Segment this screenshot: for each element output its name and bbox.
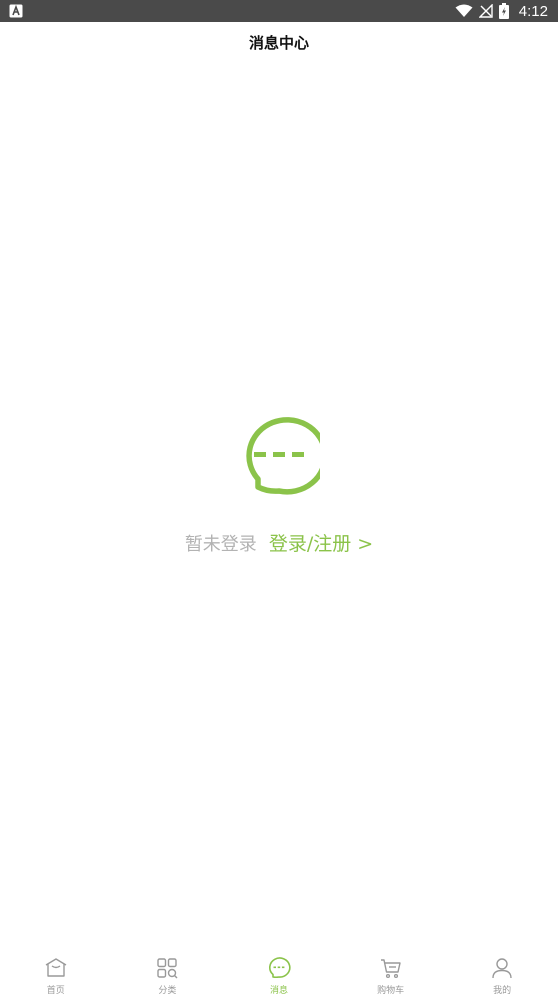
user-icon (492, 958, 512, 979)
nav-item-profile[interactable]: 我的 (446, 950, 558, 996)
category-icon (157, 958, 178, 979)
login-prompt: 暂未登录 登录/注册 > (185, 529, 373, 556)
no-signal-icon (478, 4, 493, 18)
nav-label-cart: 购物车 (377, 986, 405, 996)
cart-icon (380, 959, 401, 979)
not-logged-in-text: 暂未登录 (184, 534, 257, 555)
login-register-link[interactable]: 登录/注册 > (269, 529, 373, 556)
home-icon (45, 958, 67, 977)
wifi-icon (455, 4, 473, 17)
nav-label-profile: 我的 (493, 986, 512, 996)
chat-bubble-icon (246, 417, 320, 495)
nav-item-home[interactable]: 首页 (0, 950, 112, 996)
status-time: 4:12 (518, 2, 548, 20)
screen: 4:12 消息中心 暂未登录 登录/注册 > 首页 分类 消息 购物车 我的 (0, 0, 558, 996)
header: 消息中心 (0, 22, 558, 62)
bottom-nav: 首页 分类 消息 购物车 我的 (0, 950, 558, 996)
message-icon (268, 957, 291, 979)
battery-charging-icon (498, 3, 509, 19)
status-icons: 4:12 (455, 2, 548, 20)
a-notification-icon (9, 4, 23, 18)
nav-label-category: 分类 (158, 986, 177, 996)
status-bar: 4:12 (0, 0, 558, 22)
empty-state: 暂未登录 登录/注册 > (0, 415, 558, 556)
nav-item-message[interactable]: 消息 (223, 950, 335, 996)
nav-item-category[interactable]: 分类 (112, 950, 224, 996)
nav-item-cart[interactable]: 购物车 (335, 950, 447, 996)
nav-label-home: 首页 (46, 986, 65, 996)
nav-label-message: 消息 (269, 986, 288, 996)
page-title: 消息中心 (248, 33, 309, 52)
